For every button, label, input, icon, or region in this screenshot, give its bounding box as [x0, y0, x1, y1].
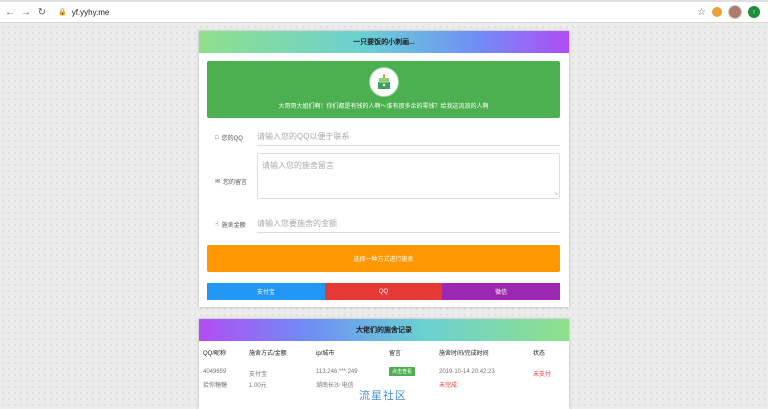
- profile-avatar[interactable]: [728, 5, 742, 19]
- watermark: 流星社区: [359, 390, 407, 402]
- person-icon: □: [215, 134, 219, 141]
- payment-methods: 支付宝 QQ 微信: [207, 283, 561, 300]
- wechat-pay-button[interactable]: 微信: [442, 283, 561, 300]
- records-title: 大佬们的施舍记录: [199, 319, 569, 341]
- update-icon[interactable]: ↑: [748, 6, 760, 18]
- address-bar[interactable]: 🔒 yf.yyhy.me: [58, 8, 697, 17]
- hand-icon: ☝: [215, 222, 219, 228]
- resize-grip-icon[interactable]: ↘: [554, 191, 558, 197]
- header-method: 施舍方式/金额: [249, 351, 287, 357]
- row-amount: 1.00元: [249, 383, 267, 389]
- url-text: yf.yyhy.me: [71, 7, 110, 17]
- amount-label: 施舍金额: [221, 223, 246, 229]
- header-time: 施舍时间/完成时间: [439, 351, 489, 357]
- row-finish: 未完成: [439, 383, 458, 389]
- star-icon[interactable]: ☆: [697, 7, 706, 18]
- amount-input[interactable]: 请输入您要施舍的金额: [257, 218, 560, 233]
- row-qq: 4049659: [203, 369, 227, 375]
- message-textarea[interactable]: 请输入您的施舍留言 ↘: [257, 153, 560, 199]
- qq-label: 您的QQ: [221, 136, 243, 142]
- message-placeholder: 请输入您的施舍留言: [262, 161, 334, 170]
- qq-input[interactable]: 请输入您的QQ以便于联系: [257, 131, 560, 146]
- qq-row: □ 您的QQ 请输入您的QQ以便于联系: [207, 127, 560, 147]
- extension-icon[interactable]: [712, 7, 722, 17]
- row-time: 2019-10-14 20:42:23: [439, 369, 495, 375]
- message-row: ✉ 您的留言 请输入您的施舍留言 ↘: [207, 153, 560, 203]
- row-ip: 113.246.***.249: [316, 369, 358, 375]
- header-status: 状态: [533, 351, 546, 357]
- reload-icon[interactable]: ↻: [34, 4, 50, 20]
- row-status: 未支付: [533, 372, 552, 378]
- forward-icon[interactable]: →: [18, 4, 34, 20]
- lock-icon: 🔒: [58, 9, 67, 16]
- donation-card: 一只要饭的小刺画... 大哥哥大姐们啊！你们都是有钱的人啊～谁有那多余的零钱？给…: [199, 31, 569, 307]
- header-message: 留言: [389, 351, 402, 357]
- amount-row: ☝ 施舍金额 请输入您要施舍的金额: [207, 214, 560, 234]
- header-ip: ip/城市: [316, 351, 335, 357]
- back-icon[interactable]: ←: [2, 4, 18, 20]
- banner-text: 大哥哥大姐们啊！你们都是有钱的人啊～谁有那多余的零钱？给我这流浪的人啊: [278, 104, 489, 110]
- browser-toolbar: ← → ↻ 🔒 yf.yyhy.me ☆ ↑: [0, 2, 768, 23]
- mail-icon: ✉: [215, 179, 221, 185]
- message-label: 您的留言: [223, 180, 248, 186]
- header-qq: QQ/昵称: [203, 351, 227, 357]
- choose-method-button[interactable]: 选择一种方式进行施舍: [207, 245, 560, 272]
- card-title: 一只要饭的小刺画...: [199, 31, 569, 53]
- cake-icon: [369, 67, 399, 97]
- qq-pay-button[interactable]: QQ: [324, 283, 443, 300]
- alipay-button[interactable]: 支付宝: [207, 283, 325, 300]
- view-message-button[interactable]: 点击查看: [389, 367, 416, 376]
- row-nick: 拾你糖糖: [203, 383, 228, 389]
- row-method: 支付宝: [249, 372, 268, 378]
- row-city: 湖南长沙 电信: [316, 383, 354, 389]
- banner: 大哥哥大姐们啊！你们都是有钱的人啊～谁有那多余的零钱？给我这流浪的人啊: [207, 61, 560, 118]
